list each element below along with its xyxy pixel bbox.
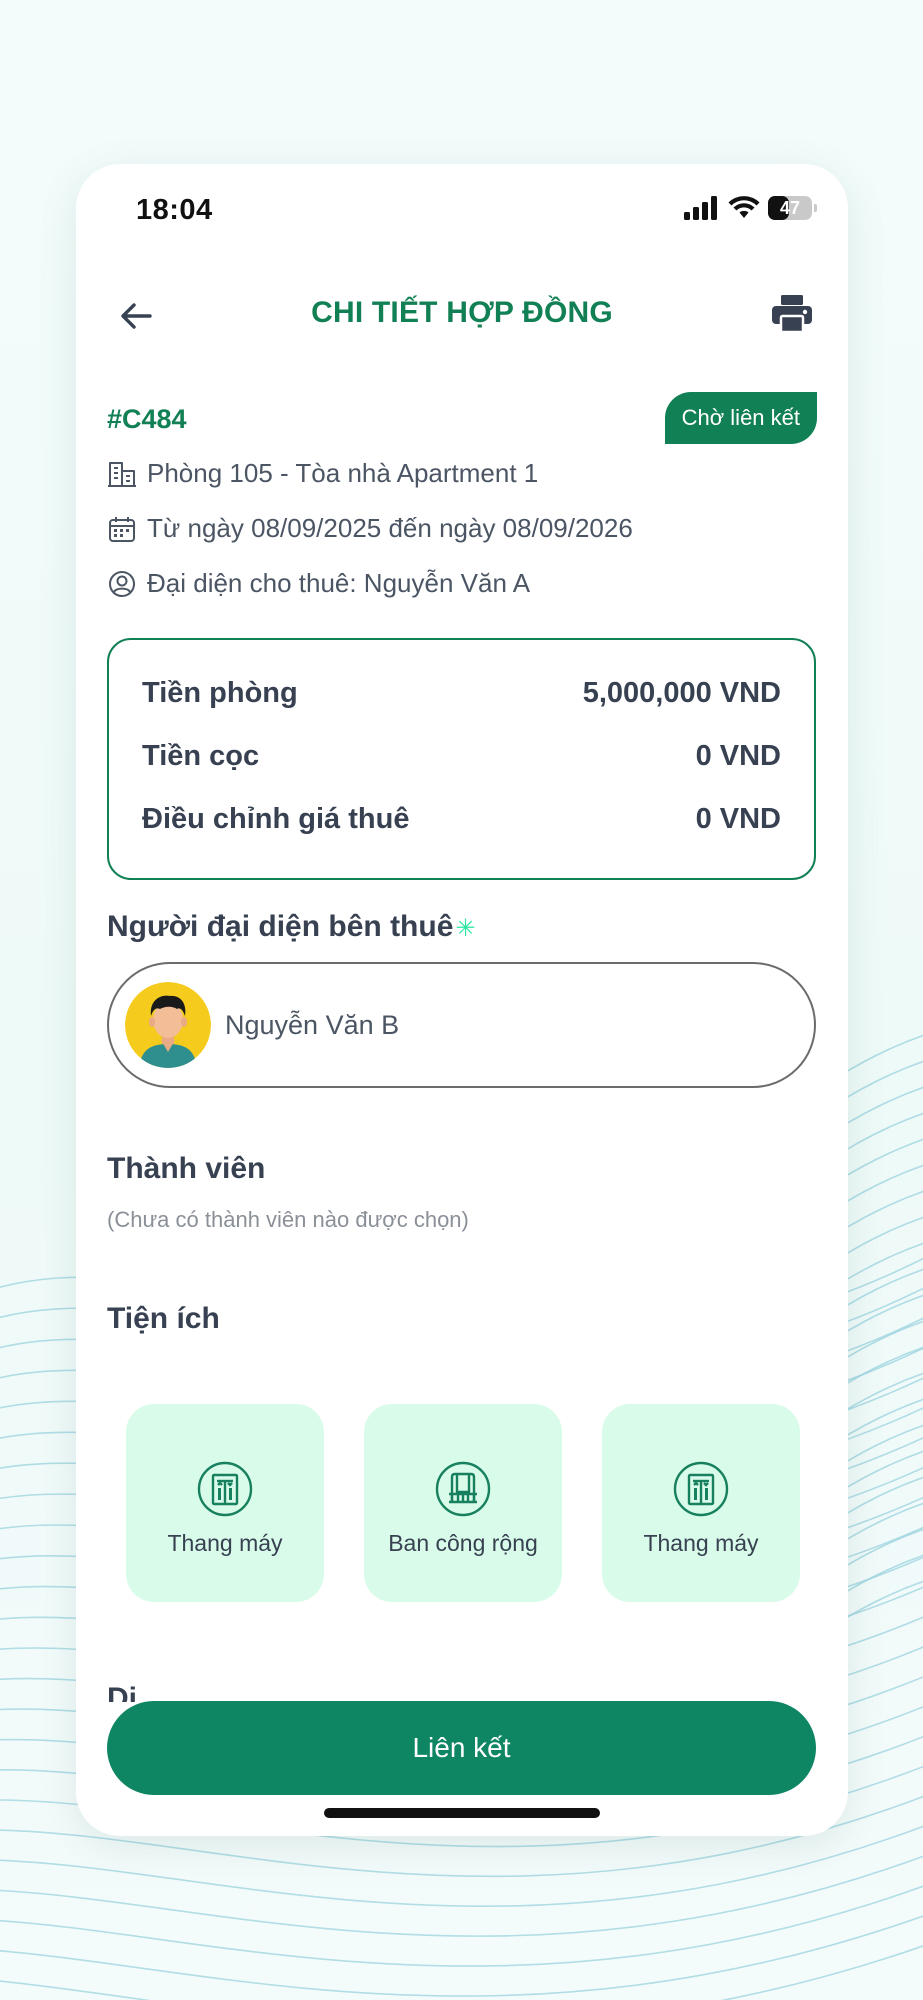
elevator-icon — [197, 1461, 253, 1516]
amenity-label: Thang máy — [167, 1529, 283, 1556]
amenity-card[interactable]: Thang máy — [602, 1404, 800, 1602]
price-summary: Tiền phòng 5,000,000 VND Tiền cọc 0 VND … — [107, 638, 816, 880]
signal-icon — [684, 196, 717, 220]
members-title: Thành viên — [107, 1152, 266, 1185]
tenant-rep-selector[interactable]: Nguyễn Văn B — [107, 962, 816, 1088]
room-text: Phòng 105 - Tòa nhà Apartment 1 — [147, 458, 539, 488]
building-icon — [107, 459, 137, 489]
price-row-adjustment: Điều chỉnh giá thuê 0 VND — [142, 788, 781, 851]
price-value: 0 VND — [695, 740, 781, 772]
home-indicator — [324, 1808, 600, 1818]
page-title: CHI TIẾT HỢP ĐỒNG — [311, 296, 613, 329]
period-info: Từ ngày 08/09/2025 đến ngày 08/09/2026 — [107, 513, 633, 544]
landlord-text: Đại diện cho thuê: Nguyễn Văn A — [147, 568, 531, 598]
print-button[interactable] — [766, 288, 818, 340]
required-mark: ✳ — [455, 914, 476, 942]
members-empty-text: (Chưa có thành viên nào được chọn) — [107, 1207, 469, 1232]
amenity-label: Ban công rộng — [388, 1529, 538, 1556]
amenity-card[interactable]: Ban công rộng — [364, 1404, 562, 1602]
status-badge: Chờ liên kết — [664, 392, 817, 444]
period-text: Từ ngày 08/09/2025 đến ngày 08/09/2026 — [147, 513, 633, 543]
elevator-icon — [673, 1461, 729, 1516]
status-icons: 47 — [684, 196, 817, 220]
battery-level: 47 — [779, 198, 801, 218]
amenities-list: Thang máy Ban công rộng Thang máy — [126, 1404, 800, 1602]
price-row-rent: Tiền phòng 5,000,000 VND — [142, 662, 781, 725]
avatar — [125, 982, 211, 1068]
price-label: Tiền phòng — [142, 677, 298, 709]
calendar-icon — [107, 514, 137, 544]
amenity-card[interactable]: Thang máy — [126, 1404, 324, 1602]
price-label: Điều chỉnh giá thuê — [142, 803, 410, 835]
tenant-name: Nguyễn Văn B — [225, 1009, 400, 1040]
tenant-rep-title: Người đại diện bên thuê✳ — [107, 910, 476, 944]
amenities-title: Tiện ích — [107, 1302, 220, 1335]
amenity-label: Thang máy — [643, 1529, 759, 1556]
user-circle-icon — [107, 569, 137, 599]
printer-icon — [772, 295, 812, 334]
price-value: 5,000,000 VND — [582, 677, 781, 709]
status-time: 18:04 — [136, 194, 213, 226]
contract-id: #C484 — [107, 404, 187, 434]
price-row-deposit: Tiền cọc 0 VND — [142, 725, 781, 788]
contract-detail-screen: 18:04 47 CHI TIẾT HỢP ĐỒNG #C484 Chờ liê… — [76, 164, 848, 1836]
landlord-info: Đại diện cho thuê: Nguyễn Văn A — [107, 568, 530, 599]
wifi-icon — [728, 196, 760, 218]
next-section-title-partial: Dị — [107, 1682, 137, 1702]
room-info: Phòng 105 - Tòa nhà Apartment 1 — [107, 458, 538, 489]
link-button[interactable]: Liên kết — [107, 1701, 816, 1795]
price-value: 0 VND — [695, 803, 781, 835]
balcony-icon — [435, 1461, 491, 1516]
tenant-rep-title-text: Người đại diện bên thuê — [107, 910, 454, 943]
battery-icon: 47 — [768, 196, 817, 220]
price-label: Tiền cọc — [142, 740, 260, 772]
